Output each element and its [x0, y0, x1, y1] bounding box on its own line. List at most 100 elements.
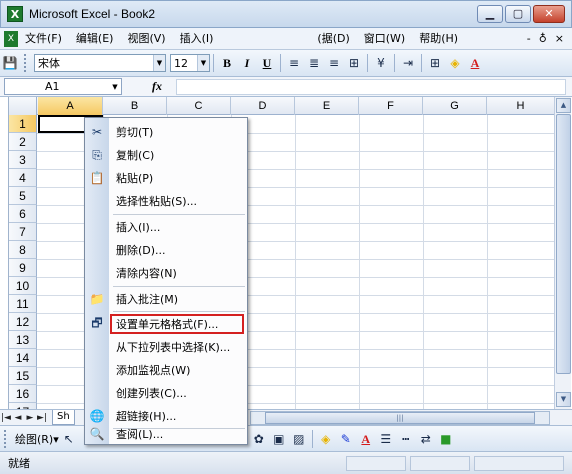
context-menu-item-insert-comment[interactable]: 📁 插入批注(M)	[85, 288, 247, 310]
font-color-icon[interactable]: A	[466, 54, 484, 72]
menu-file[interactable]: 文件(F)	[18, 29, 69, 49]
maximize-button[interactable]: ▢	[505, 5, 531, 23]
doc-minimize-button[interactable]: -	[527, 32, 531, 45]
column-header[interactable]: D	[231, 97, 295, 115]
column-header[interactable]: B	[103, 97, 167, 115]
row-header[interactable]: 7	[9, 223, 37, 241]
chevron-down-icon[interactable]: ▼	[109, 79, 121, 95]
align-right-icon[interactable]: ≡	[325, 54, 343, 72]
last-sheet-button[interactable]: ►|	[36, 413, 48, 423]
menu-view[interactable]: 视图(V)	[120, 29, 172, 49]
context-menu-item-add-watch[interactable]: 添加监视点(W)	[85, 359, 247, 381]
fill-color-icon[interactable]: ◈	[317, 430, 335, 448]
row-header[interactable]: 10	[9, 277, 37, 295]
context-menu-item-clear-contents[interactable]: 清除内容(N)	[85, 262, 247, 284]
row-header[interactable]: 9	[9, 259, 37, 277]
menu-data[interactable]: (据(D)	[310, 29, 356, 49]
scroll-up-icon[interactable]: ▲	[556, 98, 571, 113]
row-header[interactable]: 8	[9, 241, 37, 259]
sheet-tab[interactable]: Sh	[52, 410, 75, 425]
column-header[interactable]: H	[487, 97, 554, 115]
context-menu-item-copy[interactable]: ⎘ 复制(C)	[85, 144, 247, 166]
align-left-icon[interactable]: ≡	[285, 54, 303, 72]
fx-icon[interactable]: fx	[152, 79, 162, 94]
menu-item-label: 删除(D)...	[116, 244, 166, 257]
borders-icon[interactable]: ⊞	[426, 54, 444, 72]
prev-sheet-button[interactable]: ◄	[12, 413, 24, 423]
row-header[interactable]: 5	[9, 187, 37, 205]
doc-close-button[interactable]: ×	[555, 32, 564, 45]
currency-icon[interactable]: ¥	[372, 54, 390, 72]
toolbar-grip[interactable]	[4, 429, 7, 448]
merge-center-icon[interactable]: ⊞	[345, 54, 363, 72]
bold-button[interactable]: B	[218, 54, 236, 72]
font-name-select[interactable]: 宋体 ▼	[34, 54, 166, 72]
row-header[interactable]: 16	[9, 385, 37, 403]
underline-button[interactable]: U	[258, 54, 276, 72]
menu-help[interactable]: 帮助(H)	[412, 29, 465, 49]
draw-menu-button[interactable]: 绘图(R)▾	[15, 431, 59, 447]
column-header[interactable]: G	[423, 97, 487, 115]
row-header[interactable]: 13	[9, 331, 37, 349]
diagram-icon[interactable]: ✿	[250, 430, 268, 448]
context-menu-item-pick-from-list[interactable]: 从下拉列表中选择(K)...	[85, 336, 247, 358]
indent-icon[interactable]: ⇥	[399, 54, 417, 72]
save-icon[interactable]: 💾	[1, 54, 19, 72]
picture-icon[interactable]: ▨	[290, 430, 308, 448]
align-center-icon[interactable]: ≣	[305, 54, 323, 72]
row-header[interactable]: 15	[9, 367, 37, 385]
horizontal-scroll-thumb[interactable]: |||	[265, 412, 535, 424]
fill-color-icon[interactable]: ◈	[446, 54, 464, 72]
row-header[interactable]: 12	[9, 313, 37, 331]
shadow-icon[interactable]: ■	[437, 430, 455, 448]
menu-window[interactable]: 窗口(W)	[357, 29, 412, 49]
context-menu: ✂ 剪切(T) ⎘ 复制(C) 📋 粘贴(P) 选择性粘贴(S)... 插入(I…	[84, 117, 248, 445]
scroll-down-icon[interactable]: ▼	[556, 392, 571, 407]
grid-line	[295, 115, 296, 409]
context-menu-item-insert[interactable]: 插入(I)...	[85, 216, 247, 238]
row-header[interactable]: 3	[9, 151, 37, 169]
font-color-icon[interactable]: A	[357, 430, 375, 448]
context-menu-item-cut[interactable]: ✂ 剪切(T)	[85, 121, 247, 143]
clipart-icon[interactable]: ▣	[270, 430, 288, 448]
row-header[interactable]: 2	[9, 133, 37, 151]
formula-input[interactable]	[176, 79, 566, 95]
name-box[interactable]: A1 ▼	[4, 78, 122, 95]
context-menu-item-delete[interactable]: 删除(D)...	[85, 239, 247, 261]
horizontal-scrollbar[interactable]: |||	[250, 411, 550, 425]
row-header[interactable]: 6	[9, 205, 37, 223]
paste-icon: 📋	[89, 171, 105, 185]
menu-item-label: 添加监视点(W)	[116, 364, 191, 377]
next-sheet-button[interactable]: ►	[24, 413, 36, 423]
menu-edit[interactable]: 编辑(E)	[69, 29, 121, 49]
line-style-icon[interactable]: ☰	[377, 430, 395, 448]
font-size-select[interactable]: 12 ▼	[170, 54, 210, 72]
row-header[interactable]: 4	[9, 169, 37, 187]
menu-insert[interactable]: 插入(I)	[173, 29, 221, 49]
close-button[interactable]: ✕	[533, 5, 565, 23]
select-pointer-icon[interactable]: ↖	[60, 430, 78, 448]
column-header[interactable]: C	[167, 97, 231, 115]
context-menu-item-paste-special[interactable]: 选择性粘贴(S)...	[85, 190, 247, 212]
select-all-corner[interactable]	[9, 97, 37, 115]
italic-button[interactable]: I	[238, 54, 256, 72]
row-header[interactable]: 14	[9, 349, 37, 367]
context-menu-item-format-cells[interactable]: 🗗 设置单元格格式(F)...	[85, 313, 247, 335]
column-header[interactable]: A	[38, 97, 103, 115]
row-header[interactable]: 1	[9, 115, 37, 133]
minimize-button[interactable]: ▁	[477, 5, 503, 23]
arrow-style-icon[interactable]: ⇄	[417, 430, 435, 448]
context-menu-item-create-list[interactable]: 创建列表(C)...	[85, 382, 247, 404]
toolbar-grip[interactable]	[24, 54, 27, 72]
line-color-icon[interactable]: ✎	[337, 430, 355, 448]
row-header[interactable]: 11	[9, 295, 37, 313]
context-menu-item-lookup[interactable]: 🔍 查阅(L)...	[85, 423, 247, 445]
first-sheet-button[interactable]: |◄	[0, 413, 12, 423]
doc-restore-button[interactable]: ♁	[539, 32, 547, 45]
dash-style-icon[interactable]: ┅	[397, 430, 415, 448]
context-menu-item-paste[interactable]: 📋 粘贴(P)	[85, 167, 247, 189]
column-header[interactable]: E	[295, 97, 359, 115]
vertical-scrollbar[interactable]: ▲ ▼	[554, 97, 571, 409]
vertical-scroll-thumb[interactable]	[556, 114, 571, 374]
column-header[interactable]: F	[359, 97, 423, 115]
